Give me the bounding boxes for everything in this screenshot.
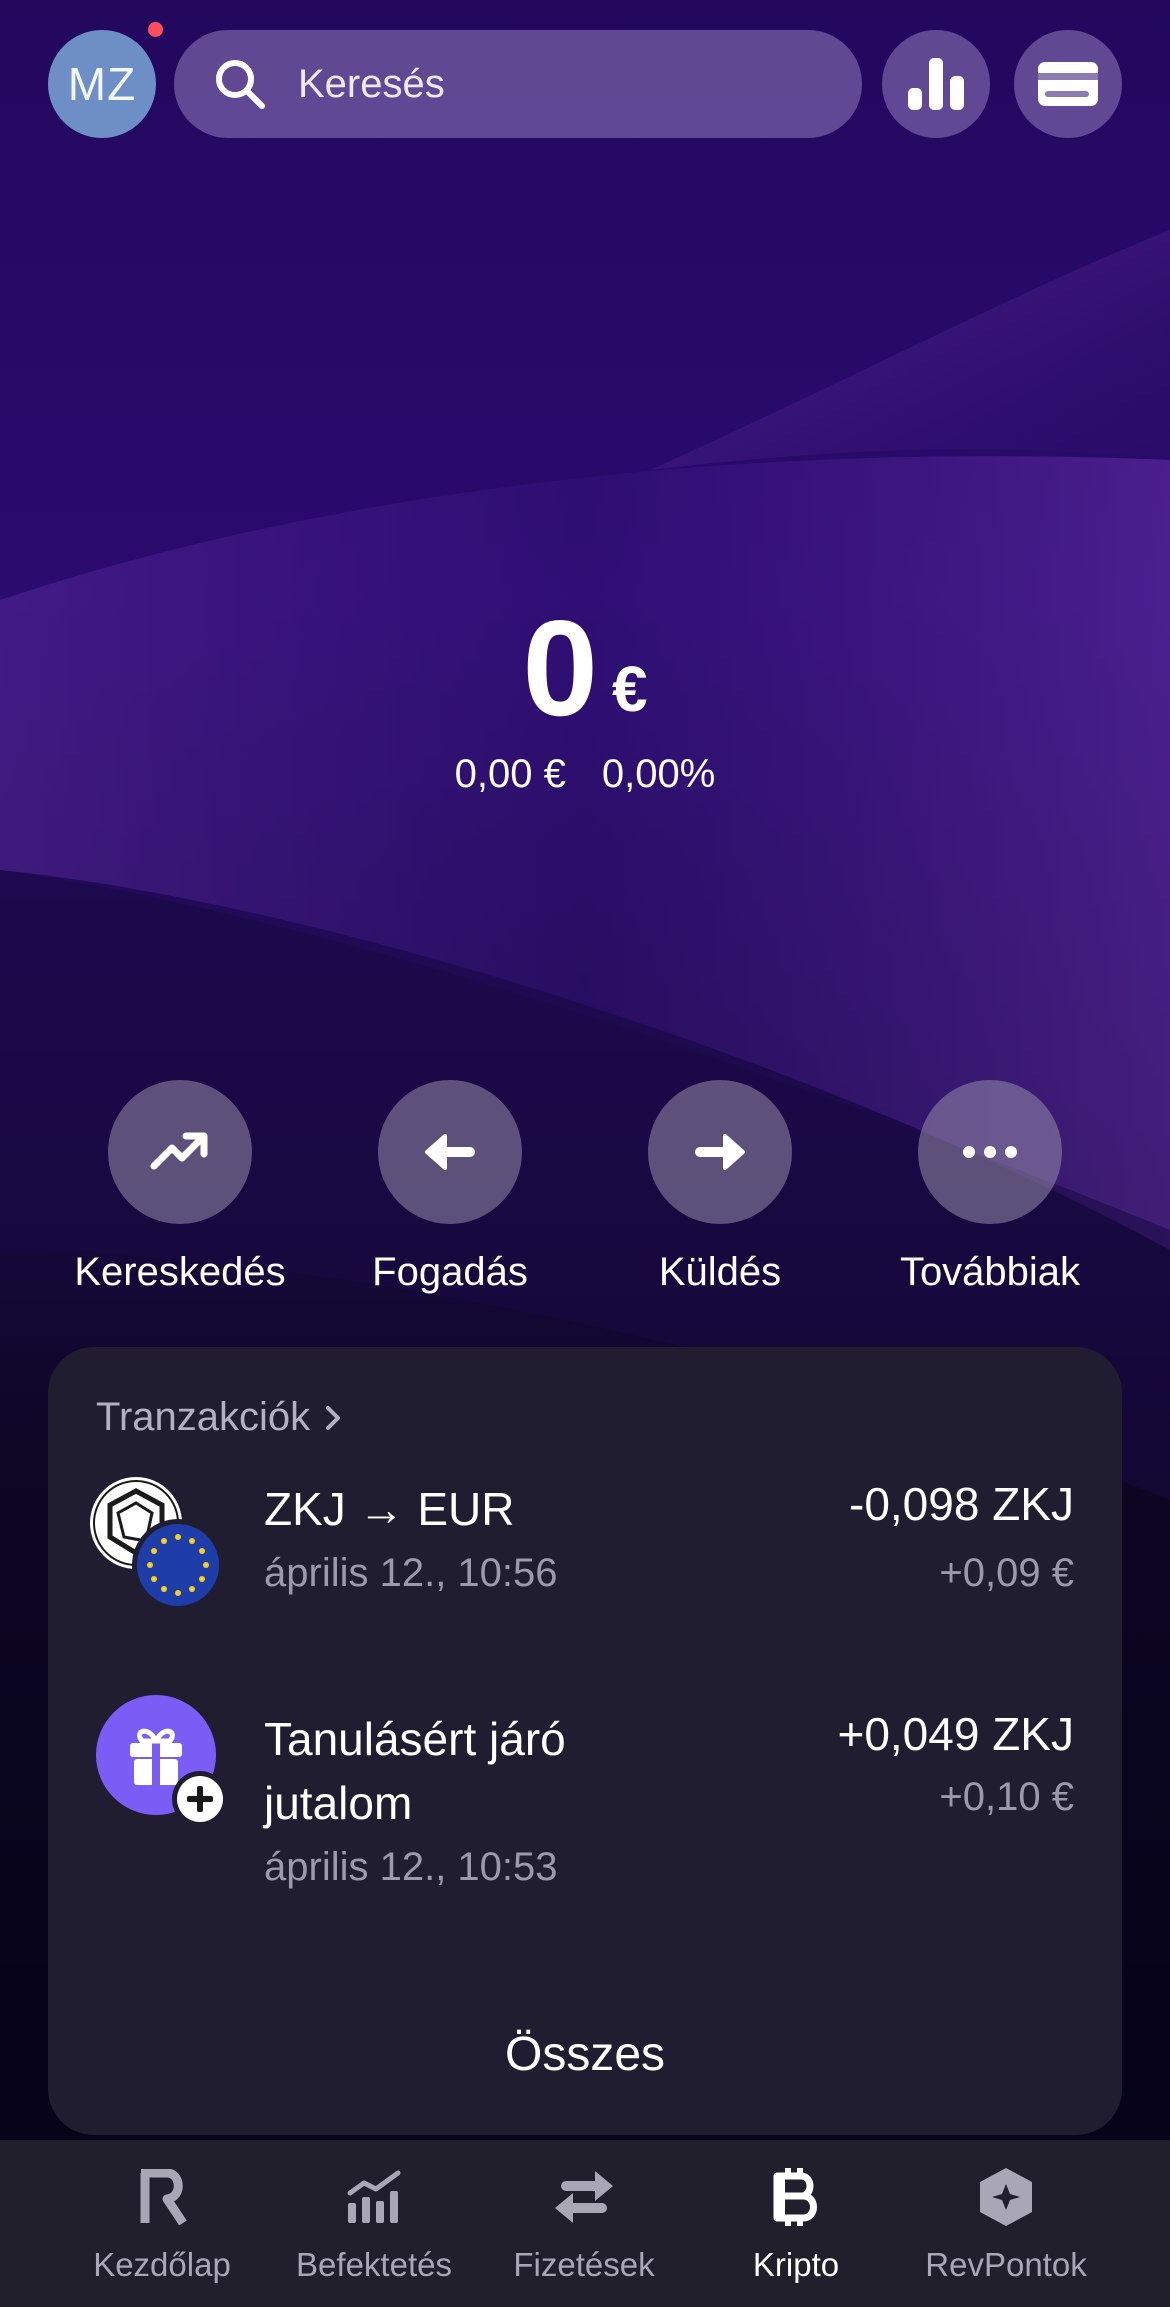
- trade-label: Kereskedés: [74, 1250, 286, 1294]
- transaction-fiat: +0,10 €: [939, 1775, 1074, 1819]
- transaction-fiat: +0,09 €: [939, 1551, 1074, 1595]
- revpoints-icon: [980, 2168, 1032, 2226]
- transaction-amount: +0,049 ZKJ: [837, 1708, 1074, 1760]
- trend-up-icon: [150, 1132, 208, 1170]
- arrow-left-icon: [425, 1134, 475, 1170]
- nav-label: Befektetés: [296, 2246, 452, 2283]
- balance-amount: 0: [522, 592, 599, 744]
- nav-item-payments[interactable]: Fizetések: [474, 2164, 694, 2284]
- balance-currency: €: [612, 653, 648, 725]
- transaction-name-line2: jutalom: [264, 1777, 413, 1829]
- arrow-right-icon: [695, 1134, 745, 1170]
- transaction-amount: -0,098 ZKJ: [849, 1478, 1074, 1530]
- search-placeholder: Keresés: [298, 61, 445, 106]
- send-button[interactable]: Küldés: [585, 1080, 855, 1295]
- zkj-eur-exchange-icon: [90, 1477, 224, 1611]
- chevron-right-icon: [326, 1405, 341, 1430]
- balance-change-value: 0,00 €: [454, 752, 566, 796]
- notification-dot: [148, 22, 163, 37]
- bottom-nav: Kezdőlap Befektetés Fizetések Kripto Rev…: [0, 2140, 1170, 2307]
- send-button-circle[interactable]: [648, 1080, 792, 1224]
- send-label: Küldés: [658, 1250, 782, 1294]
- balance-change-percent: 0,00%: [601, 752, 716, 796]
- gift-icon: [96, 1695, 228, 1827]
- transfer-arrows-icon: [555, 2171, 613, 2223]
- avatar-initials: MZ: [67, 58, 137, 110]
- nav-label: RevPontok: [925, 2246, 1087, 2283]
- cards-button[interactable]: [1014, 30, 1122, 138]
- transaction-name: Tanulásért járó: [264, 1713, 566, 1765]
- nav-item-crypto[interactable]: Kripto: [686, 2164, 906, 2284]
- nav-label: Kripto: [752, 2246, 840, 2283]
- receive-button-circle[interactable]: [378, 1080, 522, 1224]
- transactions-header[interactable]: Tranzakciók: [96, 1395, 342, 1440]
- bar-chart-icon: [908, 58, 964, 110]
- nav-item-revpoints[interactable]: RevPontok: [896, 2164, 1116, 2284]
- revolut-logo-icon: [140, 2169, 187, 2225]
- nav-label: Fizetések: [513, 2246, 655, 2283]
- transactions-title: Tranzakciók: [96, 1395, 311, 1439]
- more-button-circle[interactable]: [918, 1080, 1062, 1224]
- more-icon: [963, 1146, 1017, 1158]
- transaction-row[interactable]: Tanulásért járó jutalom április 12., 10:…: [48, 1695, 1122, 1975]
- search-bar[interactable]: Keresés: [174, 30, 862, 138]
- search-icon: [216, 60, 265, 109]
- all-transactions-button[interactable]: Összes: [48, 2027, 1122, 2082]
- analytics-button[interactable]: [882, 30, 990, 138]
- nav-item-home[interactable]: Kezdőlap: [52, 2164, 272, 2284]
- nav-item-invest[interactable]: Befektetés: [264, 2164, 484, 2284]
- receive-label: Fogadás: [372, 1250, 528, 1294]
- trade-button[interactable]: Kereskedés: [45, 1080, 315, 1295]
- trade-button-circle[interactable]: [108, 1080, 252, 1224]
- avatar[interactable]: MZ: [48, 30, 156, 138]
- transaction-date: április 12., 10:56: [264, 1551, 558, 1595]
- card-icon: [1038, 62, 1098, 106]
- bitcoin-icon: [773, 2168, 817, 2226]
- receive-button[interactable]: Fogadás: [315, 1080, 585, 1295]
- transaction-row[interactable]: ZKJ → EUR április 12., 10:56 -0,098 ZKJ …: [48, 1465, 1122, 1615]
- transactions-card: Tranzakciók ZKJ → EUR április 12., 10:56…: [48, 1347, 1122, 2135]
- transaction-date: április 12., 10:53: [264, 1845, 558, 1889]
- invest-chart-icon: [347, 2170, 401, 2223]
- nav-label: Kezdőlap: [93, 2246, 231, 2283]
- balance: 0 €: [0, 600, 1170, 736]
- more-button[interactable]: Továbbiak: [855, 1080, 1125, 1295]
- more-label: Továbbiak: [899, 1250, 1081, 1294]
- transaction-name: ZKJ → EUR: [264, 1483, 515, 1535]
- balance-change: 0,00 € 0,00%: [0, 752, 1170, 797]
